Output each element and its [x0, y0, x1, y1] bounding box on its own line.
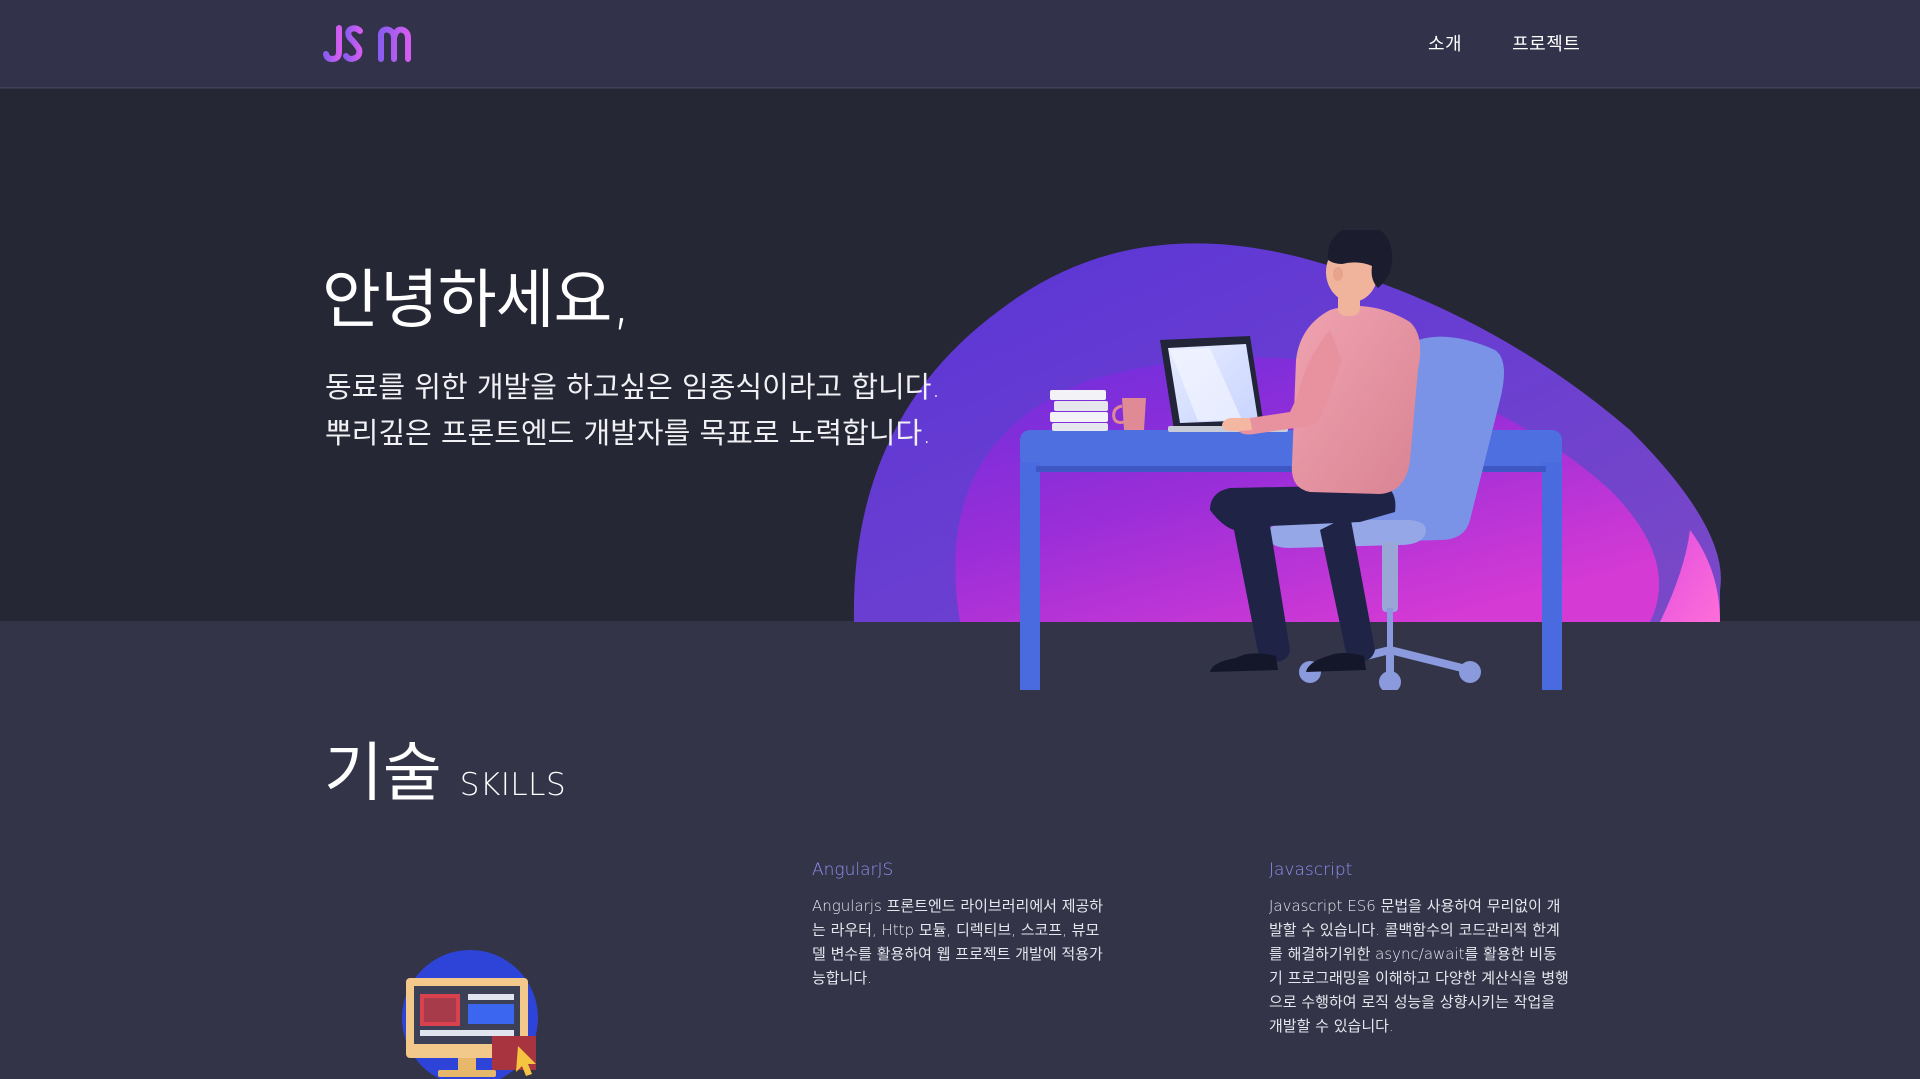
hero-description: 동료를 위한 개발을 하고싶은 임종식이라고 합니다. 뿌리깊은 프론트엔드 개… — [325, 364, 941, 456]
skills-title-ko: 기술 — [324, 737, 442, 811]
skill-name: Javascript — [1269, 860, 1353, 880]
hero-description-line-2: 뿌리깊은 프론트엔드 개발자를 목표로 노력합니다. — [325, 416, 932, 450]
skills-title: 기술 SKILLS — [324, 722, 566, 814]
main-nav: 소개 프로젝트 — [1428, 30, 1580, 56]
page: 소개 프로젝트 안녕하세요, 동료를 위한 개발을 하고싶은 임종식이라고 합니… — [0, 0, 1920, 1079]
developer-illustration — [850, 224, 1730, 693]
skill-name: AngularJS — [812, 860, 894, 880]
skill-card-javascript: Javascript Javascript ES6 문법을 사용하여 무리없이 … — [1269, 860, 1569, 1038]
skill-description: Angularjs 프론트엔드 라이브러리에서 제공하는 라우터, Http 모… — [812, 897, 1104, 987]
nav-link-intro[interactable]: 소개 — [1428, 30, 1462, 56]
computer-skill-icon — [400, 950, 550, 1079]
skill-description: Javascript ES6 문법을 사용하여 무리없이 개발할 수 있습니다.… — [1269, 897, 1569, 1035]
site-logo[interactable] — [323, 22, 423, 64]
site-header: 소개 프로젝트 — [0, 0, 1920, 88]
hero-title: 안녕하세요, — [322, 264, 632, 338]
skill-card-angularjs: AngularJS Angularjs 프론트엔드 라이브러리에서 제공하는 라… — [812, 860, 1112, 990]
nav-link-projects[interactable]: 프로젝트 — [1512, 30, 1580, 56]
hero-description-line-1: 동료를 위한 개발을 하고싶은 임종식이라고 합니다. — [325, 370, 941, 404]
skills-title-en: SKILLS — [459, 767, 567, 803]
